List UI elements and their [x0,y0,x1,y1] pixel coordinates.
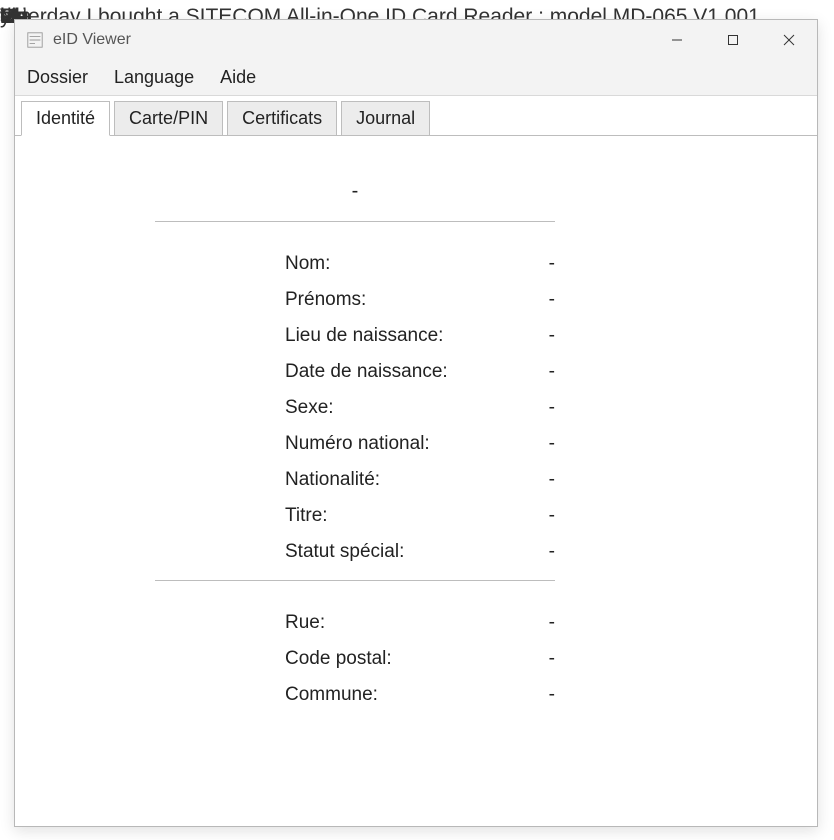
value-nom: - [525,253,555,275]
label-lieu-naissance: Lieu de naissance: [155,325,525,347]
value-code-postal: - [525,648,555,670]
minimize-button[interactable] [649,20,705,60]
close-button[interactable] [761,20,817,60]
label-date-naissance: Date de naissance: [155,361,525,383]
field-date-naissance: Date de naissance:- [155,354,555,390]
tab-identite[interactable]: Identité [21,101,110,136]
value-date-naissance: - [525,361,555,383]
maximize-button[interactable] [705,20,761,60]
menu-dossier[interactable]: Dossier [27,67,88,88]
app-window: eID Viewer Dossier Language Aide Identit… [14,19,818,827]
label-numero-national: Numéro national: [155,433,525,455]
field-prenoms: Prénoms:- [155,282,555,318]
value-statut-special: - [525,541,555,563]
field-nom: Nom:- [155,246,555,282]
field-sexe: Sexe:- [155,390,555,426]
menu-aide[interactable]: Aide [220,67,256,88]
label-commune: Commune: [155,684,525,706]
titlebar[interactable]: eID Viewer [15,20,817,60]
label-rue: Rue: [155,612,525,634]
tab-bar: Identité Carte/PIN Certificats Journal [15,96,817,136]
menubar: Dossier Language Aide [15,60,817,96]
label-nom: Nom: [155,253,525,275]
window-title: eID Viewer [53,31,131,49]
identity-fields: Nom:- Prénoms:- Lieu de naissance:- Date… [155,222,555,580]
field-nationalite: Nationalité:- [155,462,555,498]
value-nationalite: - [525,469,555,491]
tab-journal[interactable]: Journal [341,101,430,136]
field-commune: Commune:- [155,677,555,713]
field-lieu-naissance: Lieu de naissance:- [155,318,555,354]
label-nationalite: Nationalité: [155,469,525,491]
value-sexe: - [525,397,555,419]
field-titre: Titre:- [155,498,555,534]
value-lieu-naissance: - [525,325,555,347]
tab-content-identite: - Nom:- Prénoms:- Lieu de naissance:- Da… [15,136,817,826]
value-numero-national: - [525,433,555,455]
field-rue: Rue:- [155,605,555,641]
address-fields: Rue:- Code postal:- Commune:- [155,581,555,737]
field-numero-national: Numéro national:- [155,426,555,462]
app-icon [25,30,45,50]
tab-certificats[interactable]: Certificats [227,101,337,136]
label-prenoms: Prénoms: [155,289,525,311]
value-rue: - [525,612,555,634]
tab-carte-pin[interactable]: Carte/PIN [114,101,223,136]
menu-language[interactable]: Language [114,67,194,88]
field-code-postal: Code postal:- [155,641,555,677]
value-prenoms: - [525,289,555,311]
value-titre: - [525,505,555,527]
field-statut-special: Statut spécial:- [155,534,555,570]
label-sexe: Sexe: [155,397,525,419]
identity-header-value: - [155,166,555,221]
label-code-postal: Code postal: [155,648,525,670]
value-commune: - [525,684,555,706]
label-titre: Titre: [155,505,525,527]
label-statut-special: Statut spécial: [155,541,525,563]
